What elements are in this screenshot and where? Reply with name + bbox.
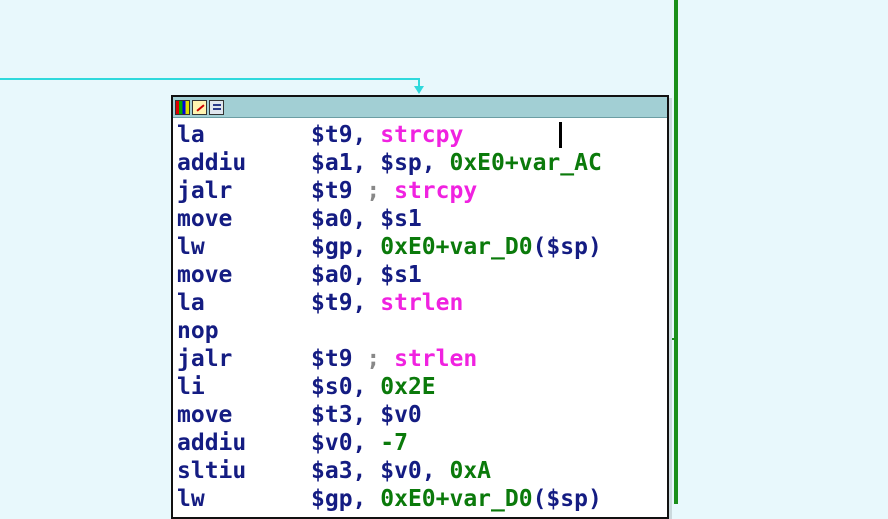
instruction-line[interactable]: move $a0, $s1 — [177, 261, 667, 289]
operands: $t9 ; strcpy — [311, 177, 477, 205]
instruction-line[interactable]: lw $gp, 0xE0+var_D0($sp) — [177, 485, 667, 513]
symbol-ref[interactable]: strlen — [380, 290, 463, 316]
instruction-line[interactable]: lw $gp, 0xE0+var_D0($sp) — [177, 233, 667, 261]
numeric-operand: 0xE0+var_AC — [449, 150, 602, 176]
instruction-line[interactable]: sltiu $a3, $v0, 0xA — [177, 457, 667, 485]
instruction-line[interactable]: la $t9, strlen — [177, 289, 667, 317]
instruction-line[interactable]: move $t3, $v0 — [177, 401, 667, 429]
flow-edge-line — [0, 78, 420, 80]
operands: $t3, $v0 — [311, 401, 422, 429]
text-cursor — [559, 122, 562, 148]
operand-text: $a0, $s1 — [311, 262, 422, 288]
symbol-ref[interactable]: strcpy — [380, 122, 463, 148]
mnemonic: sltiu — [177, 458, 247, 484]
mnemonic: addiu — [177, 150, 247, 176]
operands: $a1, $sp, 0xE0+var_AC — [311, 149, 602, 177]
numeric-operand: 0xE0+var_D0 — [380, 234, 533, 260]
disassembly-lines[interactable]: la $t9, strcpy addiu $a1, $sp, 0xE0+var_AC j… — [173, 118, 667, 513]
operands: $a3, $v0, 0xA — [311, 457, 491, 485]
operand-text: $t9, — [311, 290, 381, 316]
flow-edge-arrow-icon — [414, 86, 424, 94]
mnemonic: lw — [177, 234, 205, 260]
operand-text: $a0, $s1 — [311, 206, 422, 232]
instruction-line[interactable]: move $a0, $s1 — [177, 205, 667, 233]
instruction-line[interactable]: addiu $v0, -7 — [177, 429, 667, 457]
instruction-line[interactable]: nop — [177, 317, 667, 345]
operands: $v0, -7 — [311, 429, 408, 457]
mnemonic: move — [177, 206, 233, 232]
mnemonic: addiu — [177, 430, 247, 456]
operand-text: $s0, — [311, 374, 381, 400]
mnemonic: jalr — [177, 178, 233, 204]
symbol-ref[interactable]: strcpy — [394, 178, 477, 204]
mnemonic: lw — [177, 486, 205, 512]
instruction-line[interactable]: li $s0, 0x2E — [177, 373, 667, 401]
operand-text: $gp, — [311, 486, 381, 512]
node-header[interactable] — [173, 97, 667, 118]
operand-text: $t9 — [311, 178, 367, 204]
mnemonic: nop — [177, 318, 219, 344]
operands: $a0, $s1 — [311, 205, 422, 233]
mnemonic: la — [177, 122, 205, 148]
mnemonic: la — [177, 290, 205, 316]
mnemonic: li — [177, 374, 205, 400]
comment-marker: ; — [366, 346, 395, 372]
instruction-line[interactable]: jalr $t9 ; strcpy — [177, 177, 667, 205]
operand-text: $gp, — [311, 234, 381, 260]
branch-edge-line — [674, 0, 678, 504]
graph-colors-icon[interactable] — [175, 99, 190, 115]
numeric-operand: -7 — [380, 430, 408, 456]
operands: $gp, 0xE0+var_D0($sp) — [311, 233, 602, 261]
node-list-icon[interactable] — [209, 99, 224, 115]
operand-text: $a1, $sp, — [311, 150, 450, 176]
operands: $t9, strlen — [311, 289, 463, 317]
operand-text: $v0, — [311, 430, 381, 456]
operand-text: $t3, $v0 — [311, 402, 422, 428]
operand-text: $a3, $v0, — [311, 458, 450, 484]
symbol-ref[interactable]: strlen — [394, 346, 477, 372]
operands: $s0, 0x2E — [311, 373, 436, 401]
instruction-line[interactable]: la $t9, strcpy — [177, 121, 667, 149]
operand-text: ($sp) — [532, 234, 602, 260]
operand-text: ($sp) — [532, 486, 602, 512]
comment-marker: ; — [366, 178, 395, 204]
operand-text: $t9, — [311, 122, 381, 148]
instruction-line[interactable]: jalr $t9 ; strlen — [177, 345, 667, 373]
numeric-operand: 0x2E — [380, 374, 436, 400]
code-block-node[interactable]: la $t9, strcpy addiu $a1, $sp, 0xE0+var_AC j… — [171, 95, 669, 519]
numeric-operand: 0xE0+var_D0 — [380, 486, 533, 512]
mnemonic: move — [177, 402, 233, 428]
instruction-line[interactable]: addiu $a1, $sp, 0xE0+var_AC — [177, 149, 667, 177]
operands: $t9 ; strlen — [311, 345, 477, 373]
branch-edge-tick — [672, 338, 675, 340]
operands: $t9, strcpy — [311, 121, 463, 149]
operand-text: $t9 — [311, 346, 367, 372]
numeric-operand: 0xA — [449, 458, 492, 484]
operands: $gp, 0xE0+var_D0($sp) — [311, 485, 602, 513]
operands: $a0, $s1 — [311, 261, 422, 289]
mnemonic: move — [177, 262, 233, 288]
edit-node-icon[interactable] — [192, 99, 207, 115]
mnemonic: jalr — [177, 346, 233, 372]
